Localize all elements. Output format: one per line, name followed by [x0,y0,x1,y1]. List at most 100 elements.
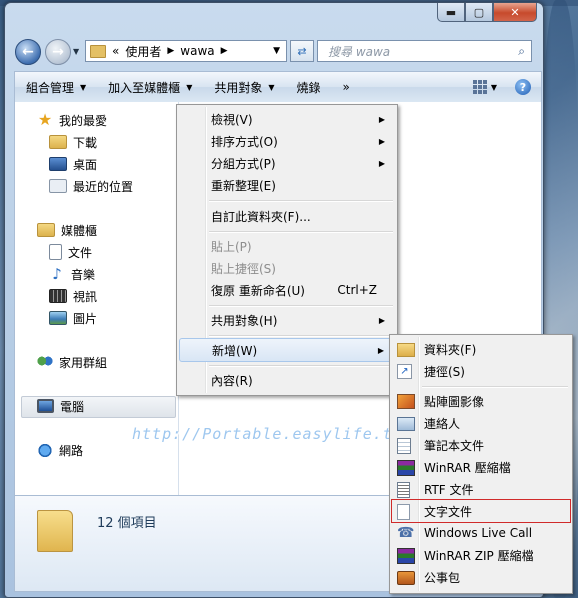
pictures-icon [49,311,67,325]
more-commands-button[interactable]: » [332,72,361,102]
nav-recent-places[interactable]: 最近的位置 [49,176,133,196]
chevron-right-icon[interactable]: ▶ [167,46,174,56]
video-icon [49,289,67,303]
new-windows-live-call-item[interactable]: ☎ Windows Live Call [392,522,570,544]
view-grid-icon [472,80,487,94]
menu-item-label: 資料夾(F) [424,342,477,357]
chevron-down-icon: ▼ [490,82,497,92]
new-text-document-item[interactable]: 文字文件 [391,499,571,523]
burn-label: 燒錄 [296,80,321,95]
network-icon [37,442,53,458]
more-label: » [342,80,350,94]
maximize-button[interactable]: ▢ [465,3,493,22]
rtf-icon [397,482,410,498]
menu-item-label: 自訂此資料夾(F)... [211,209,311,224]
chevron-right-icon[interactable]: ▶ [221,46,228,56]
nav-pictures-label: 圖片 [73,311,98,326]
downloads-folder-icon [49,135,67,149]
nav-documents[interactable]: 文件 [49,242,92,262]
nav-network[interactable]: 網路 [37,440,83,460]
search-icon[interactable]: ⌕ [518,44,525,59]
address-bar[interactable]: « 使用者 ▶ wawa ▶ ▼ [85,40,287,62]
recent-places-icon [49,179,67,193]
menu-item-label: 文字文件 [424,504,473,519]
nav-network-label: 網路 [59,443,84,458]
back-button[interactable]: ← [15,39,41,65]
menu-item-customize-folder[interactable]: 自訂此資料夾(F)... [179,205,395,227]
toolbar-right: ▼ ? [472,79,541,95]
nav-documents-label: 文件 [68,245,93,260]
menu-item-paste[interactable]: 貼上(P) [179,235,395,257]
burn-button[interactable]: 燒錄 [286,72,332,102]
help-icon[interactable]: ? [515,79,531,95]
new-folder-item[interactable]: 資料夾(F) [392,338,570,360]
new-notepad-document-item[interactable]: 筆記本文件 [392,434,570,456]
new-winrar-archive-item[interactable]: WinRAR 壓縮檔 [392,456,570,478]
change-view-button[interactable]: ▼ [472,80,497,94]
share-with-button[interactable]: 共用對象 ▼ [203,72,285,102]
new-winrar-zip-item[interactable]: WinRAR ZIP 壓縮檔 [392,544,570,566]
nav-desktop[interactable]: 桌面 [49,154,97,174]
nav-libraries-label: 媒體櫃 [61,223,98,238]
nav-computer-label: 電腦 [60,399,85,414]
nav-favorites[interactable]: ★ 我的最愛 [37,110,107,130]
nav-music[interactable]: ♪ 音樂 [49,264,95,284]
menu-item-label: Windows Live Call [424,526,533,540]
add-to-library-button[interactable]: 加入至媒體櫃 ▼ [97,72,203,102]
menu-item-label: 點陣圖影像 [424,394,485,409]
watermark: http://Portable.easylife.tw [132,425,403,443]
new-rtf-document-item[interactable]: RTF 文件 [392,478,570,500]
menu-item-group-by[interactable]: 分組方式(P) ▶ [179,152,395,174]
menu-item-view[interactable]: 檢視(V) ▶ [179,108,395,130]
menu-item-paste-shortcut[interactable]: 貼上捷徑(S) [179,257,395,279]
address-history-dropdown[interactable]: ▼ [273,46,280,56]
recent-pages-dropdown[interactable]: ▼ [73,47,79,56]
refresh-button[interactable]: ⇄ [290,40,314,62]
menu-item-accelerator: Ctrl+Z [337,283,377,297]
menu-item-label: 檢視(V) [211,112,253,127]
address-prefix[interactable]: « [112,44,119,58]
breadcrumb-wawa[interactable]: wawa [180,44,214,58]
notepad-icon [397,438,411,454]
menu-item-label: 貼上(P) [211,239,252,254]
nav-homegroup-label: 家用群組 [59,355,108,370]
new-shortcut-item[interactable]: ↗ 捷徑(S) [392,360,570,382]
menu-item-label: 重新整理(E) [211,178,276,193]
minimize-button[interactable]: ▬ [437,3,465,22]
menu-item-label: WinRAR 壓縮檔 [424,460,511,475]
menu-item-refresh[interactable]: 重新整理(E) [179,174,395,196]
menu-item-undo-rename[interactable]: 復原 重新命名(U) Ctrl+Z [179,279,395,301]
nav-videos[interactable]: 視訊 [49,286,97,306]
menu-item-label: 新增(W) [212,343,258,358]
menu-item-label: 排序方式(O) [211,134,278,149]
nav-downloads[interactable]: 下載 [49,132,97,152]
new-bitmap-item[interactable]: 點陣圖影像 [392,390,570,412]
menu-item-share-with[interactable]: 共用對象(H) ▶ [179,309,395,331]
menu-item-sort-by[interactable]: 排序方式(O) ▶ [179,130,395,152]
menu-item-label: RTF 文件 [424,482,474,497]
new-contact-item[interactable]: 連絡人 [392,412,570,434]
new-briefcase-item[interactable]: 公事包 [392,566,570,588]
menu-separator [209,200,393,202]
menu-item-label: 分組方式(P) [211,156,276,171]
chevron-down-icon: ▼ [186,82,193,92]
command-bar: 組合管理 ▼ 加入至媒體櫃 ▼ 共用對象 ▼ 燒錄 » ▼ ? [14,71,542,103]
text-document-icon [397,504,410,520]
nav-music-label: 音樂 [71,267,96,282]
nav-pictures[interactable]: 圖片 [49,308,97,328]
nav-libraries[interactable]: 媒體櫃 [37,220,97,240]
forward-button[interactable]: → [45,39,71,65]
chevron-down-icon: ▼ [268,82,275,92]
breadcrumb-users[interactable]: 使用者 [125,43,161,60]
menu-item-label: 復原 重新命名(U) [211,283,305,298]
close-button[interactable]: ✕ [493,3,537,22]
menu-item-properties[interactable]: 內容(R) [179,369,395,391]
menu-item-label: 貼上捷徑(S) [211,261,276,276]
organize-button[interactable]: 組合管理 ▼ [15,72,97,102]
menu-separator [209,365,393,367]
search-input[interactable]: 搜尋 wawa ⌕ [317,40,532,62]
nav-homegroup[interactable]: 家用群組 [37,352,107,372]
menu-item-new[interactable]: 新增(W) ▶ [179,338,395,362]
desktop-icon [49,157,67,171]
nav-computer[interactable]: 電腦 [37,396,84,416]
